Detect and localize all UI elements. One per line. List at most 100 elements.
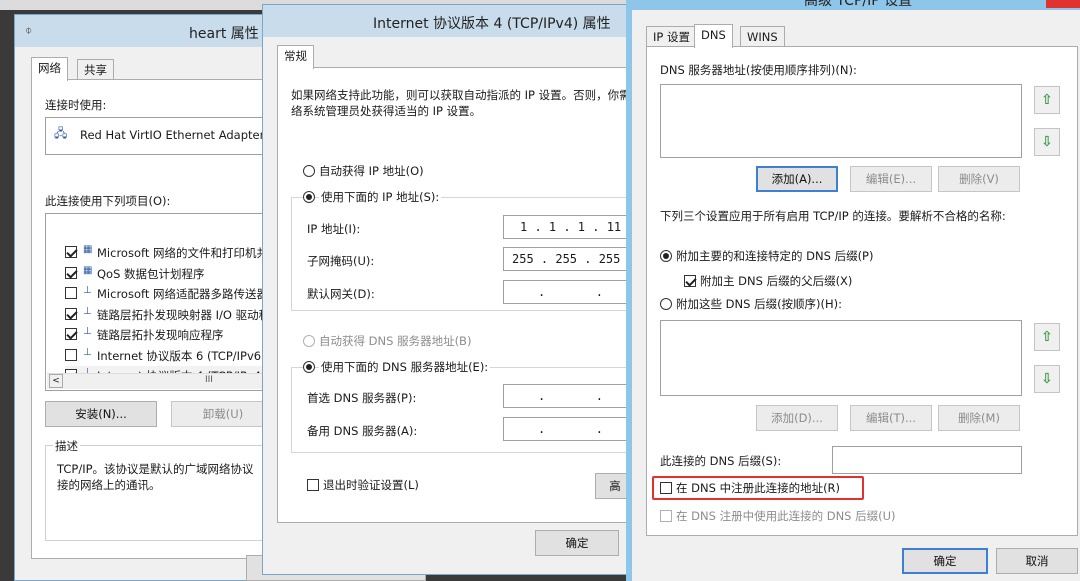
subnet-mask-input[interactable]: 255 . 255 . 255 . 0 (503, 247, 649, 271)
tab-network[interactable]: 网络 (31, 57, 68, 81)
preferred-dns-label: 首选 DNS 服务器(P): (307, 391, 417, 405)
default-gateway-input[interactable]: . . . (503, 280, 661, 304)
dns-servers-list[interactable] (660, 84, 1022, 158)
window-titlebar: ⌽ heart 属性 (15, 15, 275, 47)
auto-ip-label: 自动获得 IP 地址(O) (319, 164, 424, 178)
scroll-thumb[interactable]: III (205, 375, 213, 385)
apply-all-label: 下列三个设置应用于所有启用 TCP/IP 的连接。要解析不合格的名称: (660, 209, 1006, 223)
append-parent-label: 附加主 DNS 后缀的父后缀(X) (700, 274, 853, 288)
dns-suffix-list[interactable] (660, 320, 1022, 396)
item-checkbox[interactable] (65, 246, 77, 258)
item-checkbox[interactable] (65, 348, 77, 361)
advanced-tcpip-window: 高级 TCP/IP 设置 IP 设置 DNS WINS DNS 服务器地址(按使… (626, 0, 1080, 581)
suffix-down-icon[interactable]: ⇩ (1034, 365, 1060, 393)
close-icon[interactable] (1046, 0, 1080, 8)
component-icon: ⊥ (83, 285, 92, 296)
list-item[interactable]: ⊥ 链路层拓扑发现响应程序 (65, 325, 285, 343)
validate-on-exit-label: 退出时验证设置(L) (323, 478, 419, 492)
subnet-mask-label: 子网掩码(U): (307, 254, 375, 268)
item-label: Microsoft 网络适配器多路传送器协议 (97, 287, 285, 301)
move-up-icon[interactable]: ⇧ (1034, 86, 1060, 114)
item-checkbox[interactable] (65, 307, 77, 320)
manual-dns-radio[interactable] (303, 361, 315, 373)
description-line-2: 接的网络上的通讯。 (57, 478, 161, 492)
edit-suffix-button[interactable]: 编辑(T)... (850, 405, 932, 431)
description-label: 描述 (53, 438, 80, 454)
network-icon: ⌽ (25, 23, 33, 37)
window-title: Internet 协议版本 4 (TCP/IPv4) 属性 (373, 16, 611, 32)
item-label: Internet 协议版本 6 (TCP/IPv6) (97, 348, 266, 363)
ok-button[interactable]: 确定 (902, 548, 988, 574)
append-these-label: 附加这些 DNS 后缀(按顺序)(H): (676, 297, 843, 311)
auto-ip-radio[interactable] (303, 165, 315, 177)
components-list[interactable] (45, 213, 275, 391)
alternate-dns-input[interactable]: . . . (503, 417, 661, 441)
suffix-up-icon[interactable]: ⇧ (1034, 323, 1060, 351)
append-primary-radio[interactable] (660, 250, 672, 262)
adapter-name: Red Hat VirtIO Ethernet Adapter (80, 128, 265, 142)
move-down-icon[interactable]: ⇩ (1034, 128, 1060, 156)
install-button[interactable]: 安装(N)... (45, 401, 157, 427)
item-checkbox[interactable] (65, 287, 77, 299)
component-icon: ⊥ (83, 305, 92, 317)
uninstall-button[interactable]: 卸载(U) (171, 401, 275, 427)
item-checkbox[interactable] (65, 266, 77, 279)
manual-ip-label: 使用下面的 IP 地址(S): (319, 189, 442, 205)
preferred-dns-input[interactable]: . . . (503, 384, 661, 408)
remove-dns-button[interactable]: 删除(V) (938, 166, 1020, 192)
window-title: heart 属性 (189, 26, 259, 42)
append-these-radio[interactable] (660, 298, 672, 310)
tab-dns[interactable]: DNS (694, 24, 733, 48)
default-gateway-label: 默认网关(D): (307, 287, 375, 301)
tab-sharing[interactable]: 共享 (77, 59, 114, 81)
item-label: QoS 数据包计划程序 (97, 266, 205, 281)
register-address-checkbox[interactable] (660, 482, 672, 494)
tab-ip-settings[interactable]: IP 设置 (646, 26, 697, 48)
connection-suffix-input[interactable] (832, 446, 1022, 474)
items-label: 此连接使用下列项目(O): (45, 194, 171, 208)
remove-suffix-button[interactable]: 删除(M) (938, 405, 1020, 431)
tab-wins[interactable]: WINS (740, 26, 785, 48)
auto-dns-radio[interactable] (303, 335, 315, 347)
item-checkbox[interactable] (65, 328, 77, 340)
window-titlebar: Internet 协议版本 4 (TCP/IPv4) 属性 (263, 5, 633, 37)
list-item[interactable]: ⊥ Internet 协议版本 6 (TCP/IPv6) (65, 346, 285, 364)
window-title: 高级 TCP/IP 设置 (804, 0, 913, 9)
validate-on-exit-checkbox[interactable] (307, 479, 319, 491)
auto-dns-label: 自动获得 DNS 服务器地址(B) (319, 334, 472, 348)
ipv4-properties-window: Internet 协议版本 4 (TCP/IPv4) 属性 常规 如果网络支持此… (262, 4, 661, 575)
manual-ip-radio[interactable] (303, 191, 315, 203)
intro-line-1: 如果网络支持此功能，则可以获取自动指派的 IP 设置。否则，你需 (291, 88, 631, 102)
use-suffix-label: 在 DNS 注册中使用此连接的 DNS 后缀(U) (676, 509, 896, 523)
edit-dns-button[interactable]: 编辑(E)... (850, 166, 932, 192)
item-label: Microsoft 网络的文件和打印机共享 (97, 246, 280, 260)
component-icon: ⊥ (83, 346, 92, 358)
tab-general[interactable]: 常规 (277, 45, 314, 69)
dns-servers-label: DNS 服务器地址(按使用顺序排列)(N): (660, 63, 857, 77)
ip-address-label: IP 地址(I): (307, 222, 361, 236)
description-group (45, 445, 275, 541)
cancel-button[interactable]: 取消 (996, 548, 1078, 574)
component-icon: ⊥ (83, 326, 92, 337)
add-dns-button[interactable]: 添加(A)... (756, 166, 838, 192)
ip-address-input[interactable]: 1 . 1 . 1 . 11 (503, 215, 633, 239)
scroll-left-icon[interactable]: < (49, 374, 63, 388)
manual-dns-label: 使用下面的 DNS 服务器地址(E): (319, 359, 491, 375)
component-icon: ▦ (83, 264, 93, 276)
list-item[interactable]: ⊥ 链路层拓扑发现映射器 I/O 驱动程序 (65, 305, 285, 323)
adapter-properties-window: ⌽ heart 属性 网络 共享 连接时使用: 🖧 Red Hat VirtIO… (14, 14, 285, 581)
list-item[interactable]: ⊥ Microsoft 网络适配器多路传送器协议 (65, 284, 285, 302)
description-line-1: TCP/IP。该协议是默认的广域网络协议 (57, 462, 254, 476)
list-item[interactable]: ▦ QoS 数据包计划程序 (65, 264, 285, 282)
append-parent-checkbox[interactable] (684, 275, 696, 287)
adapter-box: 🖧 Red Hat VirtIO Ethernet Adapter (45, 117, 275, 155)
append-primary-label: 附加主要的和连接特定的 DNS 后缀(P) (676, 249, 874, 263)
adapter-icon: 🖧 (54, 126, 68, 140)
list-scrollbar[interactable]: < III (47, 373, 275, 389)
list-item[interactable]: ▦ Microsoft 网络的文件和打印机共享 (65, 243, 285, 261)
connect-using-label: 连接时使用: (45, 98, 107, 112)
alternate-dns-label: 备用 DNS 服务器(A): (307, 424, 418, 438)
use-suffix-checkbox[interactable] (660, 510, 672, 522)
ok-button[interactable]: 确定 (535, 530, 619, 556)
add-suffix-button[interactable]: 添加(D)... (756, 405, 838, 431)
